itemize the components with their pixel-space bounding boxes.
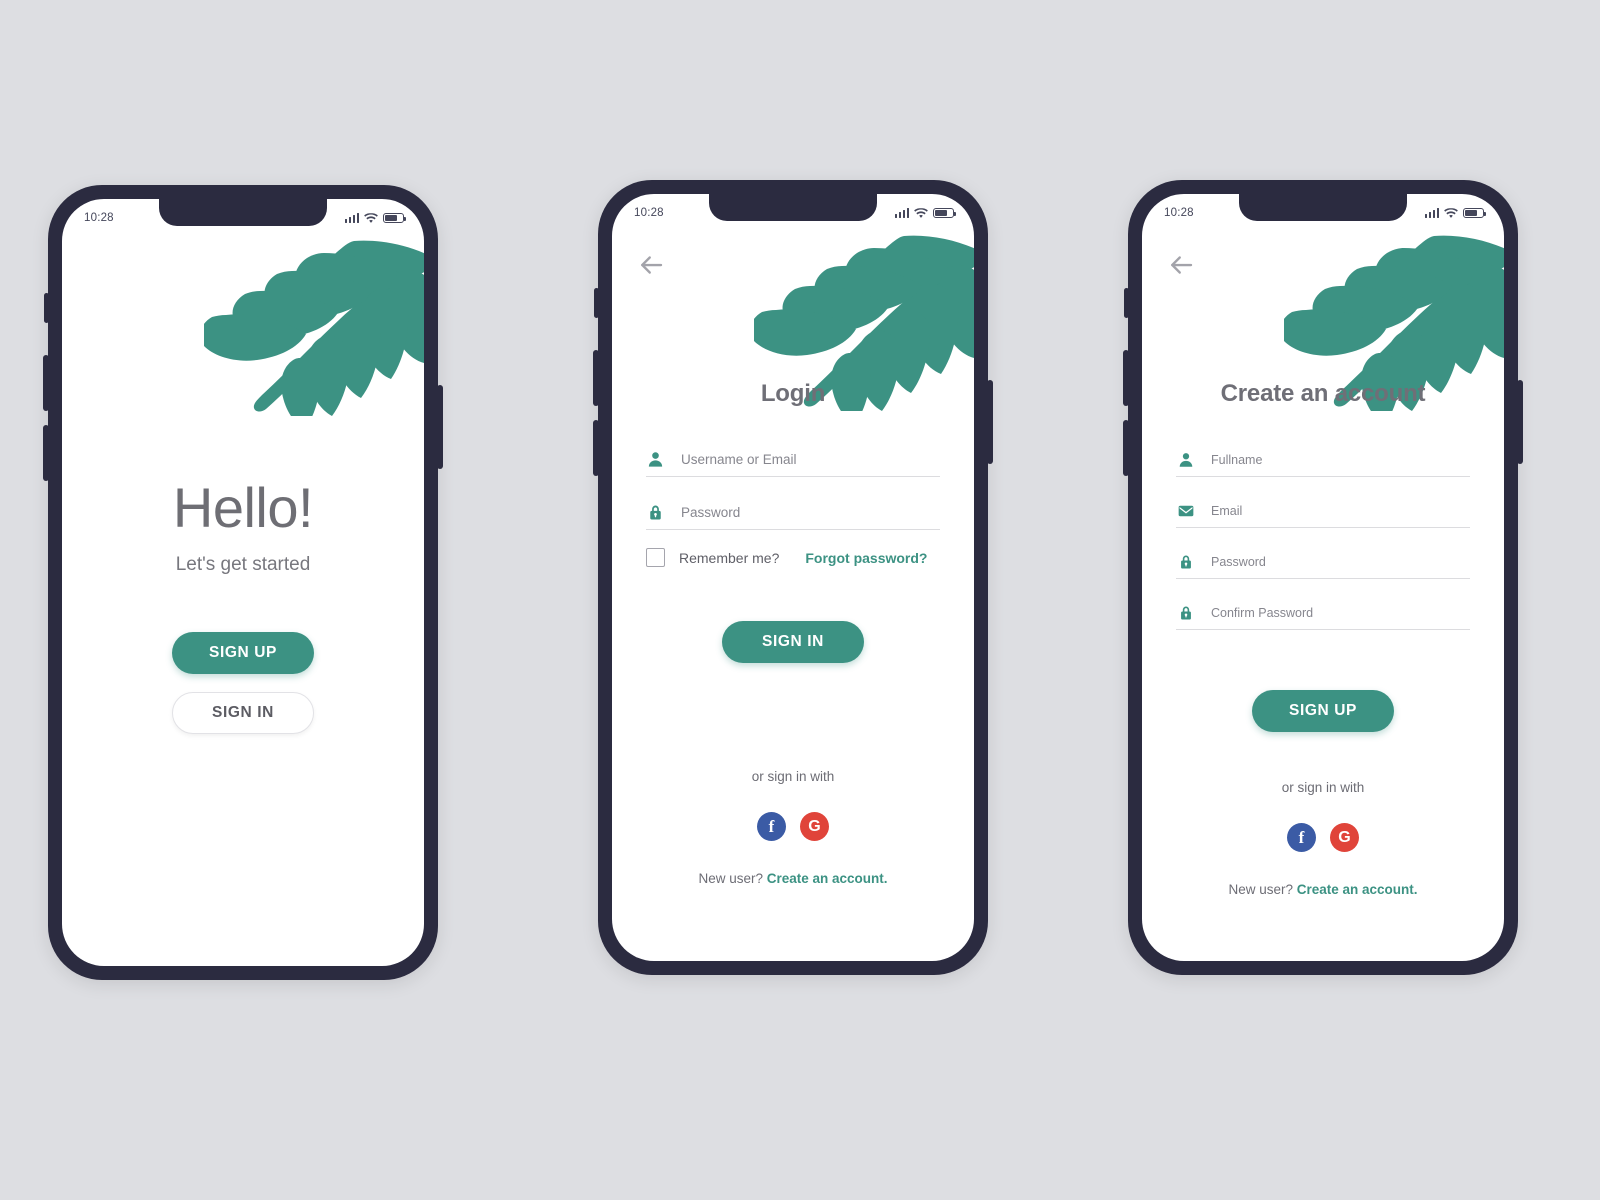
volume-up-button[interactable] xyxy=(43,355,49,411)
status-icons xyxy=(1424,207,1487,219)
password-placeholder: Password xyxy=(1211,554,1266,569)
back-arrow-icon[interactable] xyxy=(1166,250,1196,280)
forgot-password-link[interactable]: Forgot password? xyxy=(805,550,927,566)
volume-up-button[interactable] xyxy=(593,350,599,406)
sign-up-button[interactable]: SIGN UP xyxy=(1252,690,1394,732)
social-buttons: f G xyxy=(1287,823,1359,852)
footer-note-text: New user? xyxy=(1228,882,1297,897)
wifi-icon xyxy=(364,213,378,224)
sign-in-button[interactable]: SIGN IN xyxy=(172,691,314,734)
status-time: 10:28 xyxy=(1164,207,1194,219)
status-icons xyxy=(344,212,407,224)
phone-welcome: 10:28 Hello! Let's get started SIGN UP S… xyxy=(43,185,443,980)
volume-down-button[interactable] xyxy=(43,425,49,481)
person-icon xyxy=(646,450,665,469)
phone-notch xyxy=(709,194,877,221)
power-button[interactable] xyxy=(987,380,993,464)
screen-login: 10:28 Login Username or Email Password R… xyxy=(612,194,974,961)
footer-note-text: New user? xyxy=(698,871,767,886)
signal-bars-icon xyxy=(344,213,359,223)
lock-icon xyxy=(1176,552,1195,571)
power-button[interactable] xyxy=(1517,380,1523,464)
or-sign-in-label: or sign in with xyxy=(751,769,835,784)
confirm-password-placeholder: Confirm Password xyxy=(1211,605,1314,620)
username-field[interactable]: Username or Email xyxy=(646,450,940,477)
remember-me-label: Remember me? xyxy=(679,549,780,566)
silent-switch[interactable] xyxy=(1124,288,1129,318)
status-time: 10:28 xyxy=(634,207,664,219)
facebook-icon[interactable]: f xyxy=(757,812,786,841)
signal-bars-icon xyxy=(1424,208,1439,218)
social-buttons: f G xyxy=(757,812,829,841)
google-icon[interactable]: G xyxy=(1330,823,1359,852)
lock-icon xyxy=(1176,603,1195,622)
welcome-content: Hello! Let's get started SIGN UP SIGN IN xyxy=(62,199,424,966)
wifi-icon xyxy=(1444,208,1458,219)
signal-bars-icon xyxy=(894,208,909,218)
silent-switch[interactable] xyxy=(594,288,599,318)
login-form: Login Username or Email Password Remembe… xyxy=(612,194,974,961)
facebook-icon[interactable]: f xyxy=(1287,823,1316,852)
power-button[interactable] xyxy=(437,385,443,469)
wifi-icon xyxy=(914,208,928,219)
silent-switch[interactable] xyxy=(44,293,49,323)
create-account-link[interactable]: Create an account. xyxy=(767,871,888,886)
google-icon[interactable]: G xyxy=(800,812,829,841)
battery-icon xyxy=(383,212,407,224)
page-title: Login xyxy=(760,380,826,407)
remember-row: Remember me? Forgot password? xyxy=(646,548,940,567)
sign-up-button[interactable]: SIGN UP xyxy=(172,631,314,674)
page-title: Hello! xyxy=(172,475,314,539)
volume-up-button[interactable] xyxy=(1123,350,1129,406)
lock-icon xyxy=(646,503,665,522)
phone-signup: 10:28 Create an account Fullname Email P… xyxy=(1123,180,1523,975)
screen-welcome: 10:28 Hello! Let's get started SIGN UP S… xyxy=(62,199,424,966)
back-arrow-icon[interactable] xyxy=(636,250,666,280)
page-subtitle: Let's get started xyxy=(175,553,311,575)
screens-stage: 10:28 Hello! Let's get started SIGN UP S… xyxy=(0,0,1600,1200)
envelope-icon xyxy=(1176,501,1195,520)
remember-me-checkbox[interactable] xyxy=(646,548,665,567)
footer-note: New user? Create an account. xyxy=(1228,882,1417,897)
password-field[interactable]: Password xyxy=(646,503,940,530)
footer-note: New user? Create an account. xyxy=(698,871,887,886)
status-icons xyxy=(894,207,957,219)
phone-notch xyxy=(159,199,327,226)
login-fields: Username or Email Password xyxy=(646,450,940,530)
signup-fields: Fullname Email Password Confirm Password xyxy=(1176,450,1470,630)
phone-notch xyxy=(1239,194,1407,221)
fullname-field[interactable]: Fullname xyxy=(1176,450,1470,477)
volume-down-button[interactable] xyxy=(593,420,599,476)
create-account-link[interactable]: Create an account. xyxy=(1297,882,1418,897)
password-field[interactable]: Password xyxy=(1176,552,1470,579)
phone-login: 10:28 Login Username or Email Password R… xyxy=(593,180,993,975)
username-placeholder: Username or Email xyxy=(681,452,797,467)
page-title: Create an account xyxy=(1220,380,1426,407)
battery-icon xyxy=(1463,207,1487,219)
email-field[interactable]: Email xyxy=(1176,501,1470,528)
or-sign-in-label: or sign in with xyxy=(1281,780,1365,795)
screen-signup: 10:28 Create an account Fullname Email P… xyxy=(1142,194,1504,961)
confirm-password-field[interactable]: Confirm Password xyxy=(1176,603,1470,630)
battery-icon xyxy=(933,207,957,219)
email-placeholder: Email xyxy=(1211,503,1243,518)
signup-form: Create an account Fullname Email Passwor… xyxy=(1142,194,1504,961)
password-placeholder: Password xyxy=(681,505,741,520)
sign-in-button[interactable]: SIGN IN xyxy=(722,621,864,663)
person-icon xyxy=(1176,450,1195,469)
fullname-placeholder: Fullname xyxy=(1211,452,1263,467)
status-time: 10:28 xyxy=(84,212,114,224)
volume-down-button[interactable] xyxy=(1123,420,1129,476)
